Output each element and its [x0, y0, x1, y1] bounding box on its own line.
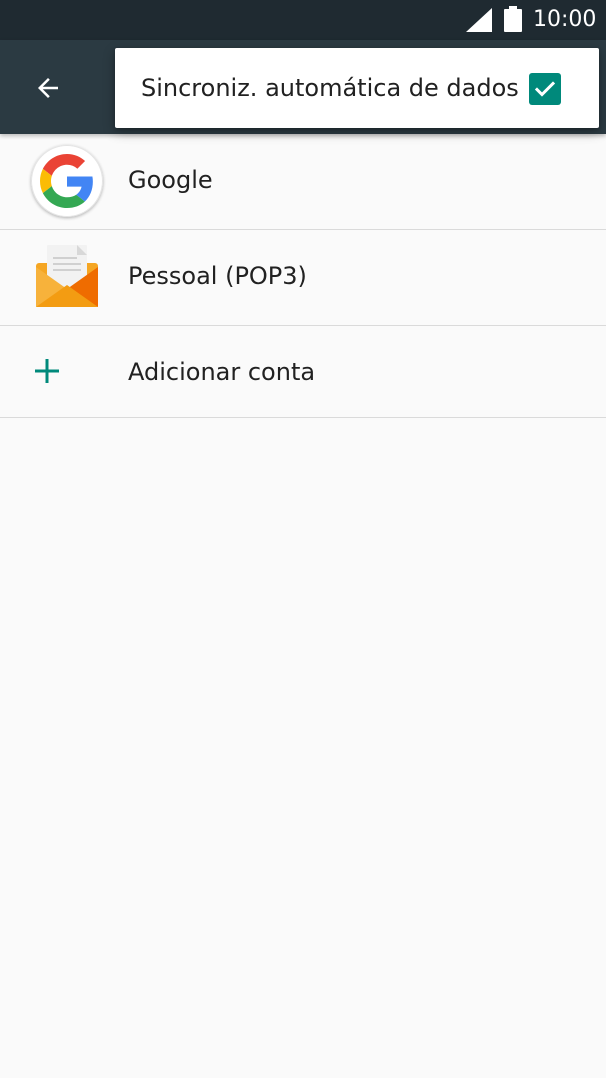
overflow-menu: Sincroniz. automática de dados — [115, 48, 599, 128]
status-clock: 10:00 — [533, 7, 597, 32]
battery-icon — [504, 6, 522, 32]
add-account-label: Adicionar conta — [128, 358, 316, 386]
arrow-back-icon — [38, 78, 58, 98]
account-row-pop3[interactable]: Pessoal (POP3) — [0, 230, 606, 326]
account-label: Google — [128, 166, 213, 194]
cell-signal-icon — [466, 8, 492, 32]
auto-sync-checkbox[interactable] — [529, 73, 561, 105]
auto-sync-label: Sincroniz. automática de dados — [141, 74, 519, 102]
add-account-icon-wrap — [30, 334, 64, 408]
account-label: Pessoal (POP3) — [128, 262, 307, 290]
menu-item-auto-sync[interactable]: Sincroniz. automática de dados — [115, 48, 599, 128]
add-account-row[interactable]: Adicionar conta — [0, 326, 606, 418]
check-icon — [534, 81, 556, 97]
account-list: Google Pessoal (POP3) Adicionar conta — [0, 134, 606, 418]
status-bar: 10:00 — [0, 0, 606, 40]
back-button[interactable] — [18, 58, 78, 118]
email-account-icon-wrap — [30, 240, 104, 314]
account-row-google[interactable]: Google — [0, 134, 606, 230]
plus-icon — [35, 359, 59, 383]
google-account-icon-wrap — [30, 144, 104, 218]
google-icon — [31, 145, 103, 217]
email-envelope-icon — [36, 245, 98, 307]
